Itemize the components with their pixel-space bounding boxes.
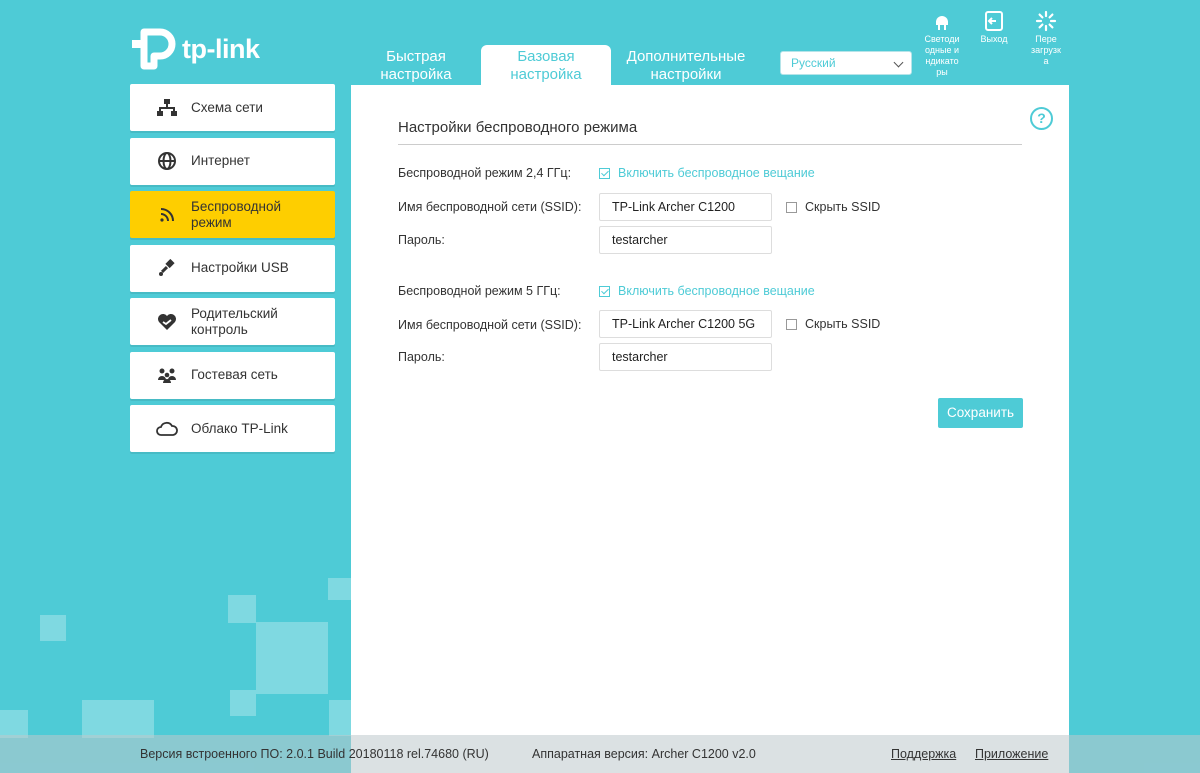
sidebar-item-usb[interactable]: Настройки USB — [130, 244, 335, 292]
wireless-icon — [156, 204, 178, 226]
app-link[interactable]: Приложение — [975, 747, 1048, 761]
band5-password-label: Пароль: — [398, 350, 445, 364]
band24-password-input[interactable]: testarcher — [599, 226, 772, 254]
band24-ssid-label: Имя беспроводной сети (SSID): — [398, 200, 582, 214]
sidebar-item-parental-control[interactable]: Родительский контроль — [130, 298, 335, 345]
logout-label: Выход — [980, 34, 1008, 44]
footer: Версия встроенного ПО: 2.0.1 Build 20180… — [0, 735, 1200, 773]
sidebar-item-wireless[interactable]: Беспроводной режим — [130, 191, 335, 238]
band24-enable-checkbox[interactable]: Включить беспроводное вещание — [599, 166, 815, 180]
sidebar-item-label: Беспроводной режим — [191, 198, 282, 230]
background-decoration — [82, 700, 154, 738]
sidebar-item-label: Интернет — [191, 153, 250, 168]
band5-hide-ssid-label: Скрыть SSID — [805, 317, 881, 331]
background-decoration — [40, 615, 66, 641]
main-panel — [351, 85, 1069, 773]
band24-enable-label: Включить беспроводное вещание — [618, 166, 815, 180]
band24-password-label: Пароль: — [398, 233, 445, 247]
band5-hide-ssid-checkbox[interactable]: Скрыть SSID — [786, 317, 880, 331]
sidebar-item-label: Гостевая сеть — [191, 367, 278, 382]
cloud-icon — [156, 418, 178, 440]
hardware-version: Аппаратная версия: Archer C1200 v2.0 — [532, 747, 756, 761]
led-button[interactable]: Светоди одные и ндикато ры — [920, 10, 964, 78]
band5-enable-checkbox[interactable]: Включить беспроводное вещание — [599, 284, 815, 298]
usb-icon — [156, 257, 178, 279]
sidebar-item-guest-network[interactable]: Гостевая сеть — [130, 351, 335, 399]
background-decoration — [256, 622, 328, 694]
sidebar-item-label: Настройки USB — [191, 260, 289, 275]
globe-icon — [156, 150, 178, 172]
network-map-icon — [156, 97, 178, 119]
background-decoration — [230, 690, 256, 716]
tab-advanced-setup[interactable]: Дополнительные настройки — [611, 45, 761, 85]
checkbox-empty-icon — [786, 201, 797, 213]
band5-ssid-label: Имя беспроводной сети (SSID): — [398, 318, 582, 332]
checkbox-checked-icon — [599, 285, 610, 297]
sidebar-item-label: Облако TP-Link — [191, 420, 288, 436]
sidebar-item-label: Родительский контроль — [191, 305, 278, 337]
support-link[interactable]: Поддержка — [891, 747, 956, 761]
language-selected: Русский — [791, 56, 836, 70]
band24-mode-label: Беспроводной режим 2,4 ГГц: — [398, 166, 572, 180]
tp-link-logo-icon — [132, 28, 176, 70]
band24-hide-ssid-label: Скрыть SSID — [805, 200, 881, 214]
sidebar: Схема сети Интернет Беспроводной режим Н… — [130, 84, 335, 459]
reboot-icon — [1035, 10, 1057, 32]
logout-button[interactable]: Выход — [975, 10, 1013, 45]
logout-icon — [983, 10, 1005, 32]
background-decoration — [328, 578, 351, 600]
tab-basic-setup[interactable]: Базовая настройка — [481, 45, 611, 85]
band24-ssid-input[interactable]: TP-Link Archer C1200 — [599, 193, 772, 221]
checkbox-empty-icon — [786, 318, 797, 330]
band5-mode-label: Беспроводной режим 5 ГГц: — [398, 284, 561, 298]
band5-enable-label: Включить беспроводное вещание — [618, 284, 815, 298]
tp-link-logo: tp-link — [130, 26, 260, 72]
reboot-button[interactable]: Пере загрузк а — [1026, 10, 1066, 67]
sidebar-item-internet[interactable]: Интернет — [130, 137, 335, 185]
band5-ssid-input[interactable]: TP-Link Archer C1200 5G — [599, 310, 772, 338]
tab-quick-setup[interactable]: Быстрая настройка — [351, 45, 481, 85]
reboot-label: Пере загрузк а — [1031, 34, 1061, 66]
band24-hide-ssid-checkbox[interactable]: Скрыть SSID — [786, 200, 880, 214]
sidebar-item-cloud[interactable]: Облако TP-Link — [130, 405, 335, 452]
led-label: Светоди одные и ндикато ры — [924, 34, 960, 77]
sidebar-item-network-map[interactable]: Схема сети — [130, 84, 335, 131]
chevron-down-icon — [893, 57, 904, 68]
heart-icon — [156, 311, 178, 333]
checkbox-checked-icon — [599, 167, 610, 179]
background-decoration — [329, 700, 351, 736]
language-select[interactable]: Русский — [780, 51, 912, 75]
led-icon — [931, 10, 953, 32]
firmware-version: Версия встроенного ПО: 2.0.1 Build 20180… — [140, 747, 489, 761]
guests-icon — [156, 364, 178, 386]
background-decoration — [0, 710, 28, 738]
main-tabs: Быстрая настройка Базовая настройка Допо… — [351, 45, 761, 85]
help-icon[interactable]: ? — [1030, 107, 1053, 130]
title-divider — [398, 144, 1022, 145]
background-decoration — [228, 595, 256, 623]
page-title: Настройки беспроводного режима — [398, 119, 638, 136]
sidebar-item-label: Схема сети — [191, 99, 263, 115]
save-button[interactable]: Сохранить — [938, 398, 1023, 428]
band5-password-input[interactable]: testarcher — [599, 343, 772, 371]
